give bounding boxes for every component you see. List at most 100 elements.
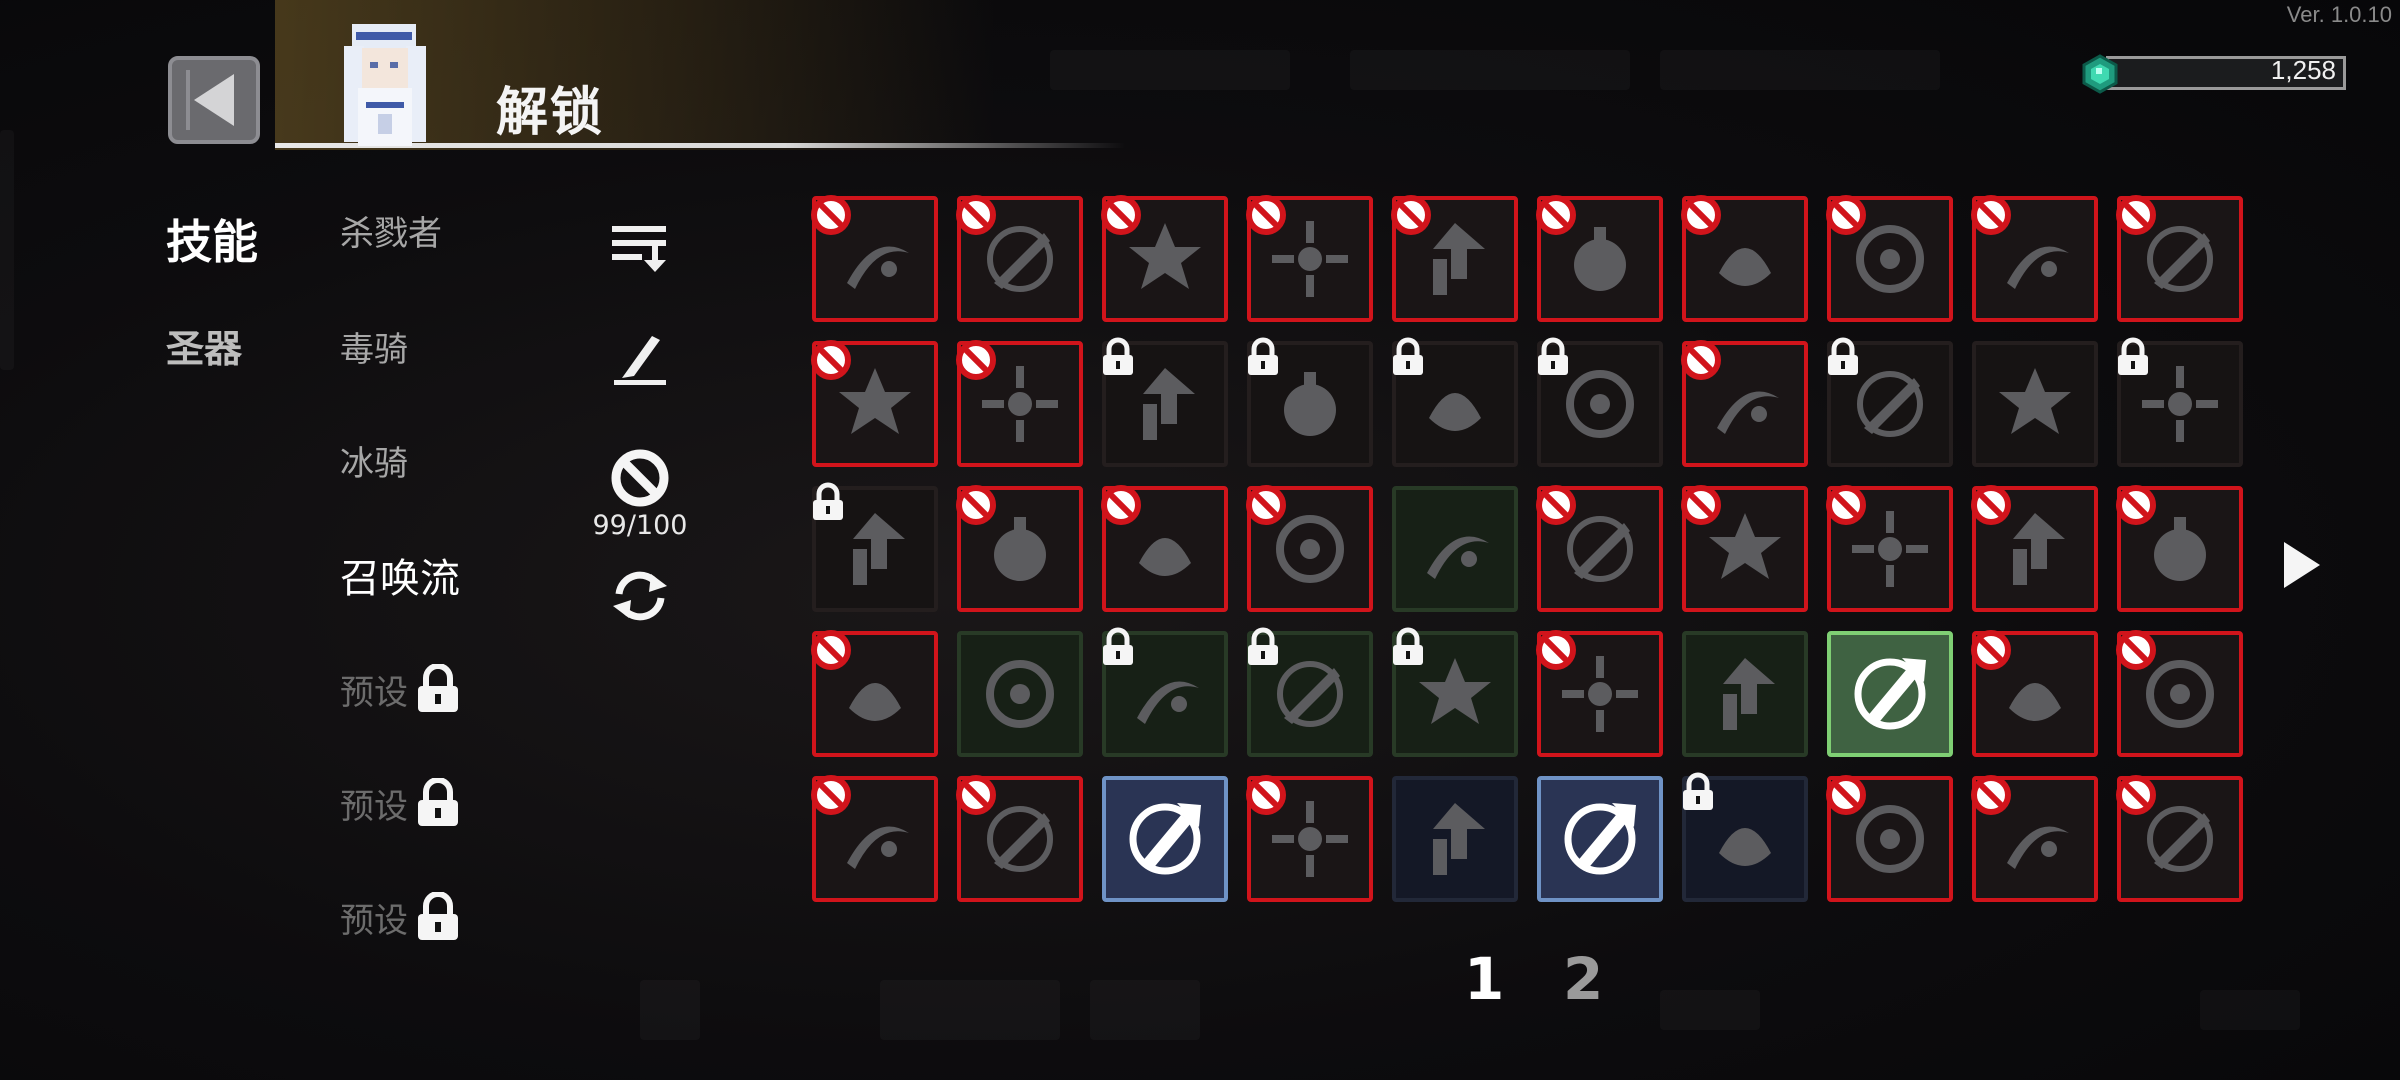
ban-icon: [811, 630, 851, 670]
skill-slot[interactable]: [1102, 627, 1228, 757]
skill-slot[interactable]: [1392, 776, 1518, 902]
page-number-1[interactable]: 1: [1464, 945, 1504, 1013]
skill-slot[interactable]: [1971, 195, 2098, 322]
build-item-poison-knight[interactable]: 毒骑: [340, 322, 408, 371]
lock-icon: [813, 482, 843, 520]
edit-button[interactable]: [600, 330, 680, 394]
skill-slot[interactable]: [1537, 776, 1663, 902]
skill-slot[interactable]: [1971, 630, 2098, 757]
reset-button[interactable]: [600, 566, 680, 630]
background-decoration: [1660, 990, 1760, 1030]
skill-slot[interactable]: [1392, 486, 1518, 612]
sort-button[interactable]: [600, 222, 680, 276]
ban-icon: [1826, 775, 1866, 815]
skill-slot[interactable]: [811, 195, 938, 322]
skill-slot[interactable]: [1246, 195, 1373, 322]
skill-slot[interactable]: [1102, 337, 1228, 467]
skill-slot[interactable]: [2116, 775, 2243, 902]
ban-icon: [1101, 485, 1141, 525]
skill-slot[interactable]: [1536, 485, 1663, 612]
skill-slot[interactable]: [1392, 627, 1518, 757]
skill-slot[interactable]: [811, 340, 938, 467]
skill-slot[interactable]: [2116, 485, 2243, 612]
skill-slot[interactable]: [1681, 195, 1808, 322]
ban-icon: [1681, 340, 1721, 380]
shuriken-icon: [1723, 658, 1775, 730]
skill-slot[interactable]: [2116, 630, 2243, 757]
lock-icon: [2118, 337, 2148, 375]
ban-counter: 99/100: [592, 510, 688, 541]
skill-slot[interactable]: [1391, 195, 1518, 322]
skill-slot[interactable]: [956, 340, 1083, 467]
skill-slot[interactable]: [811, 775, 938, 902]
skill-slot[interactable]: [1682, 631, 1808, 757]
ban-icon: [1971, 195, 2011, 235]
build-item-summoner[interactable]: 召唤流: [340, 546, 460, 604]
lock-icon: [1103, 337, 1133, 375]
ban-icon: [811, 195, 851, 235]
skill-slot[interactable]: [956, 775, 1083, 902]
skill-slot[interactable]: [1826, 775, 1953, 902]
skill-slot[interactable]: [1826, 485, 1953, 612]
skill-slot[interactable]: [1681, 340, 1808, 467]
lock-icon: [418, 664, 458, 712]
ban-icon: [1536, 630, 1576, 670]
ban-icon: [1681, 485, 1721, 525]
ban-icon: [1101, 195, 1141, 235]
skill-slot[interactable]: [1827, 337, 1953, 467]
skill-slot[interactable]: [812, 482, 938, 612]
skill-slot[interactable]: [957, 631, 1083, 757]
build-item-slayer[interactable]: 杀戮者: [340, 206, 442, 255]
skill-slot[interactable]: [956, 195, 1083, 322]
preset-item[interactable]: 预设: [340, 892, 462, 942]
skill-slot[interactable]: [1246, 485, 1373, 612]
skill-slot[interactable]: [1101, 195, 1228, 322]
skill-slot[interactable]: [1971, 775, 2098, 902]
background-decoration: [1350, 50, 1630, 90]
swords-icon: [986, 660, 1054, 728]
background-decoration: [880, 980, 1060, 1040]
preset-item[interactable]: 预设: [340, 664, 462, 714]
ban-mode-button[interactable]: [600, 448, 680, 512]
skill-slot[interactable]: [1247, 337, 1373, 467]
preset-label: 预设: [340, 900, 408, 941]
skill-slot[interactable]: [2117, 337, 2243, 467]
ban-icon: [2116, 630, 2156, 670]
preset-item[interactable]: 预设: [340, 778, 462, 828]
ban-icon: [1246, 195, 1286, 235]
skill-slot[interactable]: [1101, 485, 1228, 612]
skill-slot[interactable]: [1392, 337, 1518, 467]
skill-slot[interactable]: [1971, 485, 2098, 612]
lock-icon: [1248, 627, 1278, 665]
skill-slot[interactable]: [811, 630, 938, 757]
back-button[interactable]: [168, 56, 260, 144]
skill-slot[interactable]: [1681, 485, 1808, 612]
ban-icon: [1246, 485, 1286, 525]
lock-icon: [1538, 337, 1568, 375]
page-title: 解锁: [496, 83, 605, 143]
page-number-2[interactable]: 2: [1563, 945, 1603, 1013]
next-arrow-icon[interactable]: [2280, 540, 2322, 590]
skill-slot[interactable]: [1827, 631, 1953, 757]
build-item-ice-knight[interactable]: 冰骑: [340, 436, 408, 485]
skill-slot[interactable]: [1682, 772, 1808, 902]
background-decoration: [1090, 980, 1200, 1040]
ban-icon: [1391, 195, 1431, 235]
skill-slot[interactable]: [1537, 337, 1663, 467]
skill-slot[interactable]: [956, 485, 1083, 612]
gem-icon: [2082, 54, 2118, 94]
category-tab-skills[interactable]: 技能: [166, 206, 258, 272]
category-tab-relics[interactable]: 圣器: [166, 318, 242, 373]
ban-icon: [956, 485, 996, 525]
ban-icon: [956, 195, 996, 235]
skill-slot[interactable]: [1536, 630, 1663, 757]
skill-slot[interactable]: [2116, 195, 2243, 322]
ban-icon: [2116, 485, 2156, 525]
skill-slot[interactable]: [1102, 776, 1228, 902]
skill-slot[interactable]: [1972, 341, 2098, 467]
skill-slot[interactable]: [1826, 195, 1953, 322]
skill-slot[interactable]: [1246, 775, 1373, 902]
skill-slot[interactable]: [1247, 627, 1373, 757]
skill-slot[interactable]: [1536, 195, 1663, 322]
lock-icon: [1393, 337, 1423, 375]
